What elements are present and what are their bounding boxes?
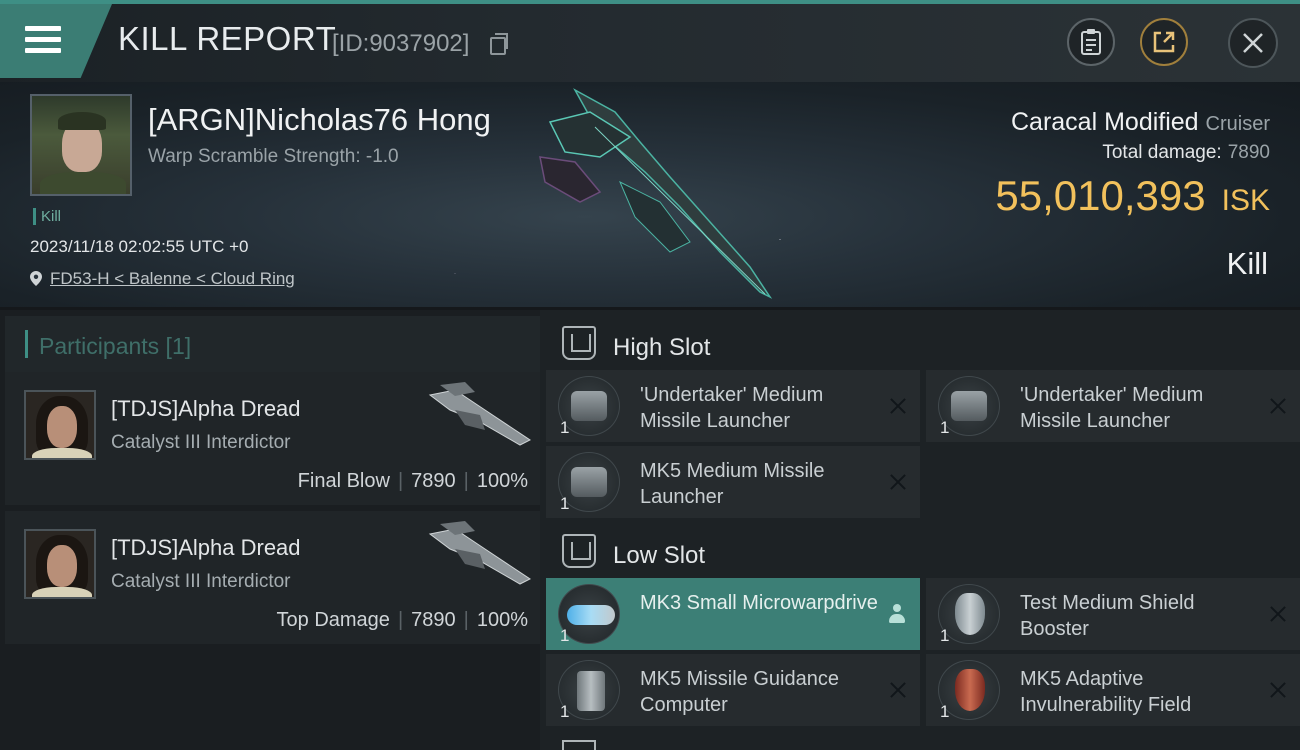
- victim-ship-image: [539, 88, 773, 299]
- module-item[interactable]: 1 MK5 Medium Missile Launcher: [546, 446, 920, 518]
- module-name: Test Medium Shield Booster: [1020, 592, 1195, 640]
- fitting-panel: High Slot 1 'Undertaker' Medium Missile …: [540, 310, 1300, 750]
- location-link[interactable]: FD53-H < Balenne < Cloud Ring: [50, 269, 295, 288]
- participant-ship: Catalyst III Interdictor: [111, 432, 291, 453]
- slot-icon: [562, 740, 596, 750]
- top-accent-line: [0, 0, 1300, 4]
- total-damage: Total damage: 7890: [1102, 142, 1270, 164]
- participant-stats: Top Damage | 7890 | 100%: [276, 609, 528, 631]
- menu-button[interactable]: [0, 4, 112, 78]
- victim-name[interactable]: [ARGN]Nicholas76 Hong: [148, 102, 491, 138]
- low-slot-header: Low Slot: [540, 524, 1300, 580]
- participant-percent: 100%: [476, 609, 528, 631]
- total-damage-value: 7890: [1227, 142, 1270, 163]
- participant-card[interactable]: [TDJS]Alpha Dread Catalyst III Interdict…: [5, 372, 540, 505]
- module-item[interactable]: 1 MK5 Adaptive Invulnerability Field: [926, 654, 1300, 726]
- kill-location[interactable]: FD53-H < Balenne < Cloud Ring: [30, 269, 295, 289]
- high-slot-icon: [562, 326, 596, 360]
- isk-amount: 55,010,393: [995, 172, 1206, 219]
- participants-header: Participants [1]: [5, 316, 540, 372]
- next-slot-header: [540, 738, 1300, 750]
- page-title: KILL REPORT: [118, 20, 337, 57]
- module-item[interactable]: 1 Test Medium Shield Booster: [926, 578, 1300, 650]
- victim-hero: [ARGN]Nicholas76 Hong Warp Scramble Stre…: [0, 82, 1300, 307]
- destroyed-icon: [1270, 606, 1286, 622]
- participant-stats: Final Blow | 7890 | 100%: [297, 470, 528, 492]
- module-item[interactable]: 1 'Undertaker' Medium Missile Launcher: [926, 370, 1300, 442]
- top-bar: KILL REPORT [ID:9037902]: [0, 0, 1300, 82]
- participants-panel: Participants [1] [TDJS]Alpha Dread Catal…: [0, 310, 540, 750]
- location-pin-icon: [30, 271, 42, 286]
- copy-icon[interactable]: [490, 33, 508, 55]
- isk-value: 55,010,393 ISK: [995, 172, 1270, 220]
- module-quantity: 1: [560, 418, 570, 437]
- module-name: MK5 Medium Missile Launcher: [640, 460, 825, 508]
- module-item[interactable]: 1 'Undertaker' Medium Missile Launcher: [546, 370, 920, 442]
- destroyed-icon: [890, 682, 906, 698]
- module-name: 'Undertaker' Medium Missile Launcher: [640, 384, 824, 432]
- participants-title: Participants [1]: [39, 333, 192, 359]
- destroyed-icon: [890, 474, 906, 490]
- participant-role: Top Damage: [276, 609, 390, 631]
- participant-avatar[interactable]: [24, 390, 96, 460]
- destroyed-icon: [890, 398, 906, 414]
- share-button[interactable]: [1140, 18, 1188, 66]
- hamburger-icon: [25, 26, 61, 56]
- close-icon: [1243, 33, 1263, 53]
- participant-damage: 7890: [411, 609, 456, 631]
- clipboard-button[interactable]: [1067, 18, 1115, 66]
- participant-avatar[interactable]: [24, 529, 96, 599]
- result-label: Kill: [1226, 246, 1268, 281]
- module-quantity: 1: [940, 702, 950, 721]
- participant-percent: 100%: [476, 470, 528, 492]
- report-id: [ID:9037902]: [332, 30, 470, 57]
- module-item[interactable]: 1 MK3 Small Microwarpdrive: [546, 578, 920, 650]
- low-slot-title: Low Slot: [613, 542, 706, 569]
- kill-timestamp: 2023/11/18 02:02:55 UTC +0: [30, 237, 249, 256]
- participant-damage: 7890: [411, 470, 456, 492]
- module-name: MK5 Adaptive Invulnerability Field: [1020, 668, 1192, 716]
- high-slot-header: High Slot: [540, 316, 1300, 372]
- clipboard-icon: [1081, 29, 1101, 55]
- participant-ship-image: [428, 521, 531, 585]
- participant-name: [TDJS]Alpha Dread: [111, 535, 301, 560]
- share-icon: [1153, 31, 1175, 53]
- ship-type: Caracal Modified: [1011, 108, 1199, 136]
- isk-unit: ISK: [1221, 184, 1270, 217]
- module-quantity: 1: [560, 626, 570, 645]
- victim-ship-name: Caracal Modified Cruiser: [1011, 108, 1270, 137]
- dropped-pilot-icon: [888, 604, 906, 624]
- module-quantity: 1: [560, 494, 570, 513]
- kill-tag: Kill: [33, 208, 61, 225]
- close-button[interactable]: [1228, 18, 1278, 68]
- high-slot-title: High Slot: [613, 334, 711, 361]
- module-quantity: 1: [940, 626, 950, 645]
- module-item[interactable]: 1 MK5 Missile Guidance Computer: [546, 654, 920, 726]
- module-name: MK3 Small Microwarpdrive: [640, 592, 878, 614]
- victim-avatar[interactable]: [30, 94, 132, 196]
- participant-card[interactable]: [TDJS]Alpha Dread Catalyst III Interdict…: [5, 511, 540, 644]
- total-damage-label: Total damage:: [1102, 142, 1222, 163]
- module-quantity: 1: [560, 702, 570, 721]
- participant-ship-image: [428, 382, 531, 446]
- module-name: MK5 Missile Guidance Computer: [640, 668, 839, 716]
- warp-scramble-strength: Warp Scramble Strength: -1.0: [148, 146, 399, 167]
- module-name: 'Undertaker' Medium Missile Launcher: [1020, 384, 1204, 432]
- module-quantity: 1: [940, 418, 950, 437]
- destroyed-icon: [1270, 682, 1286, 698]
- low-slot-icon: [562, 534, 596, 568]
- ship-class: Cruiser: [1205, 113, 1270, 135]
- participant-ship: Catalyst III Interdictor: [111, 571, 291, 592]
- participant-role: Final Blow: [297, 470, 390, 492]
- destroyed-icon: [1270, 398, 1286, 414]
- participant-name: [TDJS]Alpha Dread: [111, 396, 301, 421]
